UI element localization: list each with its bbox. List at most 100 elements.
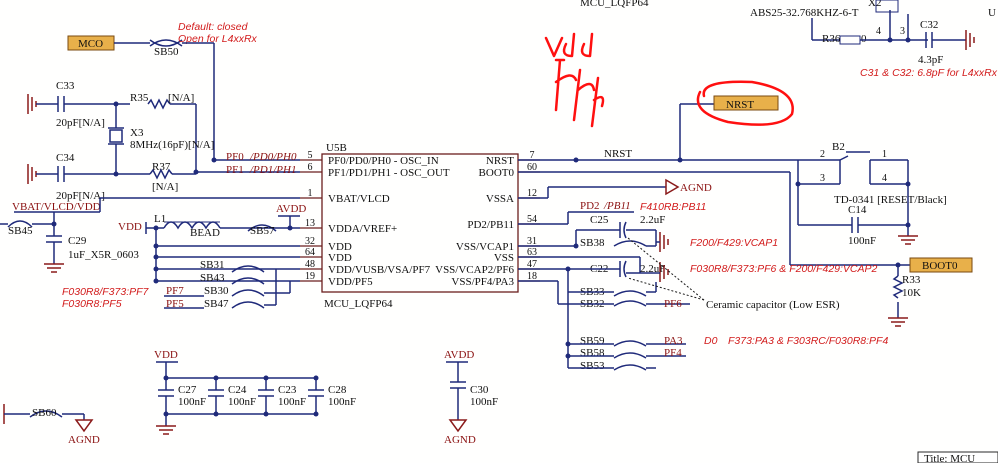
junction (263, 375, 269, 381)
sb57-ref: SB57 (250, 225, 275, 237)
mcu-pin-number: 32 (305, 236, 315, 247)
junction (263, 411, 269, 417)
sb50-ref: SB50 (154, 46, 179, 58)
nrst-port-label: NRST (726, 99, 754, 111)
sb58-ref: SB58 (580, 347, 605, 359)
r35-body (147, 98, 171, 110)
mco-label: MCO (78, 38, 103, 50)
avdd-label-bottom: AVDD (444, 349, 474, 361)
r33-value: 10K (902, 287, 921, 299)
sb53-jumper (613, 364, 647, 371)
ground-symbol (965, 30, 975, 50)
r36-value: 0 (861, 33, 867, 45)
pa3-note-d0: D0 (704, 335, 718, 347)
sb53-ref: SB53 (580, 360, 605, 372)
mcu-pin-number: 13 (305, 218, 315, 229)
junction (287, 225, 293, 231)
decoupling-caps: C27100nFC24100nFC23100nFC28100nF (158, 375, 356, 417)
junction (573, 243, 579, 249)
pa3-note: F373:PA3 & F303RC/F030R8:PF4 (728, 335, 888, 347)
net-pf1-alt: /PD1/PH1 (249, 164, 296, 176)
sb47-jumper (231, 301, 265, 309)
junction (887, 37, 893, 43)
c32-value: 4.3pF (918, 54, 943, 66)
junction (153, 266, 159, 272)
c33-value: 20pF[N/A] (56, 117, 105, 129)
switch-contact (839, 155, 849, 161)
c23-ref: C23 (278, 384, 297, 396)
mcu-pin-name: VBAT/VLCD (328, 193, 390, 205)
agnd-symbol (448, 419, 468, 433)
sb50-default-note: Default: closed (178, 21, 249, 33)
junction (213, 411, 219, 417)
mcu-pin-number: 1 (308, 188, 313, 199)
net-pd2-alt: /PB11 (603, 200, 631, 212)
cut-label: U (988, 7, 996, 19)
agnd-symbol (74, 419, 94, 433)
junction (153, 243, 159, 249)
mcu-pin-number: 6 (308, 162, 313, 173)
ground-symbol (659, 232, 669, 252)
mcu-right-pins: 7NRST60BOOT012VSSA54PD2/PB1131VSS/VCAP1 6… (435, 150, 540, 288)
c25-ref: C25 (590, 214, 609, 226)
c14-value: 100nF (848, 235, 876, 247)
mcu-pin-name: PF0/PD0/PH0 - OSC_IN (328, 155, 439, 167)
c24-ref: C24 (228, 384, 247, 396)
net-pf0-alt: /PD0/PH0 (249, 151, 297, 163)
ground-symbol (44, 263, 64, 273)
sb32-jumper (613, 300, 647, 307)
sb58-jumper (613, 352, 647, 359)
sb38-ref: SB38 (580, 237, 605, 249)
junction (905, 222, 911, 228)
junction (153, 225, 159, 231)
c27-value: 100nF (178, 396, 206, 408)
sb43-ref: SB43 (200, 272, 225, 284)
net-pd2: PD2 (580, 200, 600, 212)
sb30-ref: SB30 (204, 285, 229, 297)
ground-symbol (27, 164, 37, 184)
c27-ref: C27 (178, 384, 197, 396)
pf5-note: F030R8:PF5 (62, 298, 122, 310)
mcu-pin-name: VDDA/VREF+ (328, 223, 397, 235)
c29-ref: C29 (68, 235, 87, 247)
title-block-label: Title: MCU (924, 453, 975, 463)
b2-pin4: 4 (882, 173, 887, 184)
sb45-ref: SB45 (8, 225, 33, 237)
x2-pin3: 3 (900, 26, 905, 37)
net-pf4: PF4 (664, 347, 682, 359)
ceramic-note: Ceramic capacitor (Low ESR) (706, 299, 840, 311)
r36-ref: R36 (822, 33, 841, 45)
mcu-pin-name: VSS/VCAP2/PF6 (435, 264, 514, 276)
mcu-pin-number: 64 (305, 247, 315, 258)
mcu-pin-name: PF1/PD1/PH1 - OSC_OUT (328, 167, 450, 179)
mcu-pin-number: 19 (305, 271, 315, 282)
ic-footer: MCU_LQFP64 (324, 298, 393, 310)
mcu-pin-name: VDD/VUSB/VSA/PF7 (328, 264, 431, 276)
pb11-note: F410RB:PB11 (640, 201, 706, 213)
r35-value: [N/A] (168, 92, 194, 104)
r33-ref: R33 (902, 274, 921, 286)
c31-c32-note: C31 & C32: 6.8pF for L4xxRx (860, 67, 998, 79)
c28-ref: C28 (328, 384, 347, 396)
net-pf0: PF0 (226, 151, 244, 163)
mcu-pin-number: 5 (308, 150, 313, 161)
r33-body (892, 275, 904, 299)
net-pf6: PF6 (664, 298, 682, 310)
vdd-label: VDD (118, 221, 142, 233)
sb31-ref: SB31 (200, 259, 224, 271)
sb59-jumper (613, 340, 647, 347)
ground-symbol (898, 235, 918, 245)
ic-ref: U5B (326, 142, 347, 154)
crystal-part-label: ABS25-32.768KHZ-6-T (750, 7, 859, 19)
x2-ref: X2 (868, 0, 881, 9)
sb38-jumper (613, 240, 647, 247)
schematic-canvas: MCU_LQFP64 ABS25-32.768KHZ-6-T X2 U R36 … (0, 0, 998, 465)
l1-value: BEAD (190, 227, 220, 239)
c25-plate (623, 221, 627, 239)
mcu-pin-name: VDD/PF5 (328, 276, 373, 288)
avdd-label: AVDD (276, 203, 306, 215)
net-pf7: PF7 (166, 285, 184, 297)
sb59-ref: SB59 (580, 335, 605, 347)
mcu-pin-name: VSS/PF4/PA3 (451, 276, 514, 288)
b2-ref: B2 (832, 141, 845, 153)
